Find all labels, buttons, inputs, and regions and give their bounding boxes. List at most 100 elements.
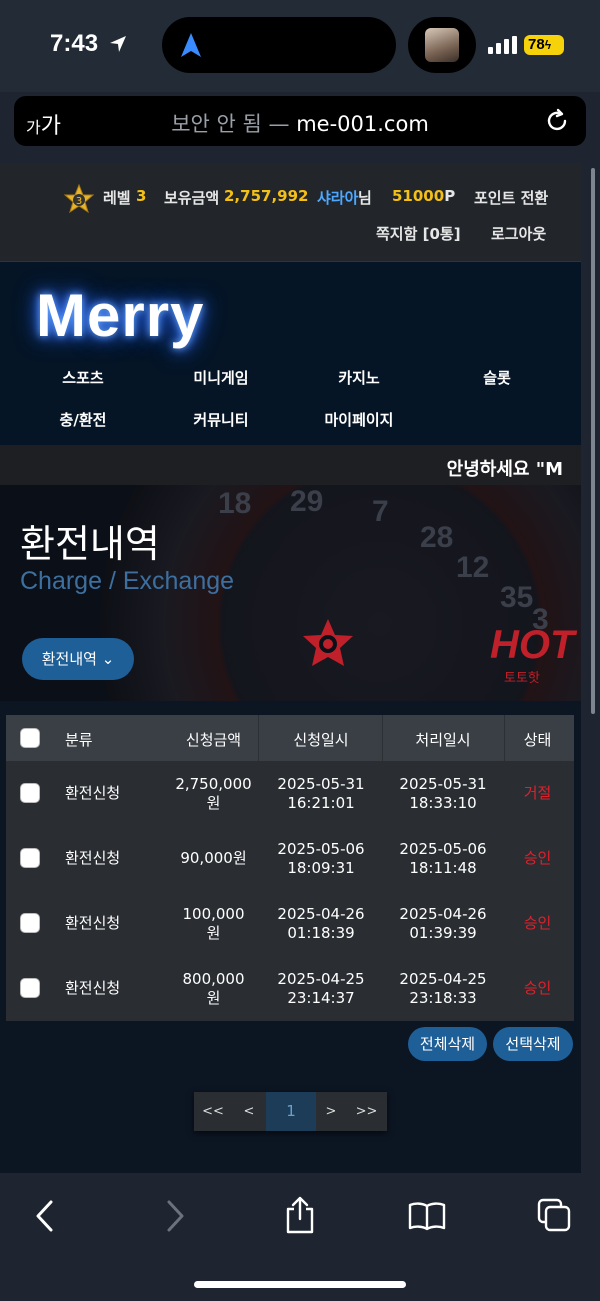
level-value: 3 [136, 187, 147, 205]
row-amount: 800,000 원 [166, 970, 261, 1008]
nav-item-deposit-withdraw[interactable]: 충/환전 [23, 409, 143, 430]
row-process-datetime: 2025-04-26 01:39:39 [383, 905, 503, 943]
cellular-signal-icon [488, 36, 517, 54]
balance-label: 보유금액 [164, 189, 220, 207]
page-1-button[interactable]: 1 [266, 1092, 316, 1131]
nav-item-sports[interactable]: 스포츠 [23, 367, 143, 388]
greeting-bar: 안녕하세요 "M [0, 445, 581, 485]
level-star-icon: 3 [64, 184, 94, 214]
pagination: << < 1 > >> [194, 1092, 387, 1131]
table-row: 환전신청 100,000 원 2025-04-26 01:18:39 2025-04… [6, 891, 574, 956]
user-info-bar: 3 레벨 3 보유금액 2,757,992 샤라아 님 51000P 포인트 전… [0, 163, 581, 262]
row-amount: 2,750,000 원 [166, 775, 261, 813]
nav-item-casino[interactable]: 카지노 [299, 367, 419, 388]
select-all-checkbox[interactable] [20, 728, 40, 748]
points-value: 51000P [392, 187, 455, 205]
delete-selected-button[interactable]: 선택삭제 [493, 1027, 573, 1061]
nav-item-minigame[interactable]: 미니게임 [161, 367, 281, 388]
row-process-time: 18:33:10 [409, 794, 477, 812]
dynamic-island [162, 17, 396, 73]
live-activity [408, 17, 476, 73]
row-amount-line1: 2,750,000 [175, 775, 252, 793]
bookmarks-icon[interactable] [408, 1201, 446, 1231]
logout-link[interactable]: 로그아웃 [491, 223, 546, 244]
row-amount-line1: 800,000 [182, 970, 245, 988]
last-page-button[interactable]: >> [346, 1092, 387, 1131]
row-process-time: 18:11:48 [409, 859, 477, 877]
row-request-date: 2025-05-06 [277, 840, 365, 858]
row-amount-line2: 원 [206, 794, 221, 812]
delete-all-button[interactable]: 전체삭제 [408, 1027, 487, 1061]
column-header-amount: 신청금액 [185, 731, 242, 749]
site-logo[interactable]: Merry [36, 281, 204, 350]
url-host: me-001.com [296, 112, 429, 136]
row-request-datetime: 2025-05-06 18:09:31 [261, 840, 381, 878]
web-page: 3 레벨 3 보유금액 2,757,992 샤라아 님 51000P 포인트 전… [0, 163, 581, 1173]
location-arrow-icon [110, 36, 126, 52]
points-number: 51000 [392, 187, 445, 205]
column-header-request-date: 신청일시 [293, 731, 349, 749]
next-page-button[interactable]: > [316, 1092, 346, 1131]
forward-icon[interactable] [164, 1199, 186, 1233]
row-process-time: 01:39:39 [409, 924, 477, 942]
exchange-history-table: 분류 신청금액 신청일시 처리일시 상태 환전신청 2,750,000 원 202… [6, 715, 574, 1021]
row-checkbox[interactable] [20, 978, 40, 998]
user-name[interactable]: 샤라아 [317, 187, 358, 208]
row-process-time: 23:18:33 [409, 989, 477, 1007]
home-indicator[interactable] [194, 1281, 406, 1288]
prev-page-button[interactable]: < [232, 1092, 266, 1131]
flower-emblem-icon [303, 619, 353, 666]
row-request-time: 23:14:37 [287, 989, 355, 1007]
greeting-marquee: 안녕하세요 "M [446, 459, 563, 480]
tabs-icon[interactable] [536, 1197, 572, 1233]
messages-link[interactable]: 쪽지함 [0통] [376, 223, 461, 244]
row-request-time: 01:18:39 [287, 924, 355, 942]
column-header-type: 분류 [65, 731, 93, 749]
nav-item-mypage[interactable]: 마이페이지 [299, 409, 419, 430]
back-icon[interactable] [34, 1199, 56, 1233]
page-banner: 18 29 7 28 12 35 3 환전내역 Charge / Exchang… [0, 485, 581, 701]
balance-value: 2,757,992 [224, 187, 309, 205]
row-type: 환전신청 [65, 849, 121, 867]
table-row: 환전신청 2,750,000 원 2025-05-31 16:21:01 2025-… [6, 761, 574, 826]
hot-logo: HOT [490, 623, 575, 667]
chevron-down-icon: ⌄ [101, 650, 115, 668]
row-process-date: 2025-04-25 [399, 970, 487, 988]
wheel-number: 18 [218, 487, 252, 520]
row-type: 환전신청 [65, 914, 121, 932]
wheel-number: 28 [420, 521, 454, 554]
page-title: 환전내역 [20, 522, 160, 566]
row-status: 거절 [523, 784, 552, 802]
navigation-arrow-icon [181, 33, 201, 57]
row-checkbox[interactable] [20, 913, 40, 933]
row-amount: 100,000 원 [166, 905, 261, 943]
battery-level: 78 [528, 36, 545, 53]
share-icon[interactable] [284, 1195, 316, 1235]
row-amount-line1: 100,000 [182, 905, 245, 923]
row-request-date: 2025-05-31 [277, 775, 365, 793]
column-header-process-date: 처리일시 [415, 731, 471, 749]
nav-item-community[interactable]: 커뮤니티 [161, 409, 281, 430]
row-status: 승인 [523, 979, 552, 997]
history-dropdown[interactable]: 환전내역 ⌄ [22, 638, 134, 680]
row-checkbox[interactable] [20, 783, 40, 803]
point-convert-link[interactable]: 포인트 전환 [474, 187, 548, 208]
url-text[interactable]: 보안 안 됨 — me-001.com [14, 108, 586, 138]
table-header: 분류 신청금액 신청일시 처리일시 상태 [6, 715, 574, 761]
row-type: 환전신청 [65, 979, 121, 997]
row-process-datetime: 2025-04-25 23:18:33 [383, 970, 503, 1008]
row-request-time: 18:09:31 [287, 859, 355, 877]
wheel-number: 35 [500, 581, 534, 614]
reload-icon[interactable] [544, 108, 570, 134]
nav-item-slot[interactable]: 슬롯 [437, 367, 557, 388]
row-checkbox[interactable] [20, 848, 40, 868]
row-process-date: 2025-05-31 [399, 775, 487, 793]
row-request-datetime: 2025-05-31 16:21:01 [261, 775, 381, 813]
wheel-number: 7 [372, 495, 389, 528]
status-bar: 7:43 78ϟ [0, 0, 600, 92]
address-bar[interactable]: 가가 보안 안 됨 — me-001.com [14, 96, 586, 146]
column-header-status: 상태 [523, 731, 552, 749]
row-process-date: 2025-04-26 [399, 905, 487, 923]
first-page-button[interactable]: << [194, 1092, 232, 1131]
page-scrollbar[interactable] [591, 168, 595, 714]
